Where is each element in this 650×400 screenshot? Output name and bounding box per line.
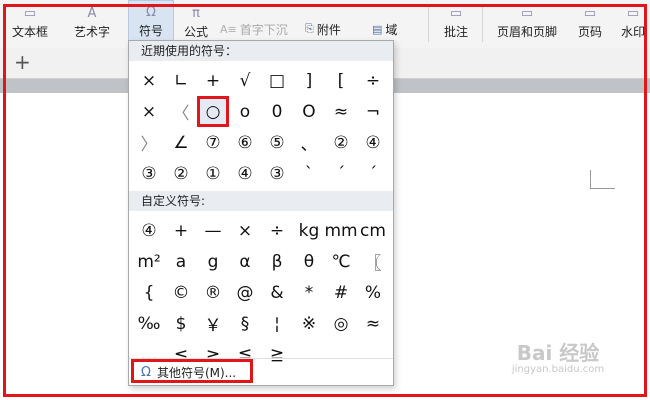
symbol-cell[interactable]: { bbox=[133, 277, 165, 308]
page-margin-corner-mark bbox=[590, 170, 615, 189]
textbox-button[interactable]: ▭ 文本框 bbox=[2, 0, 58, 46]
symbol-cell[interactable]: ◎ bbox=[325, 308, 357, 339]
symbol-cell[interactable]: ÷ bbox=[261, 215, 293, 246]
symbol-cell[interactable]: ∟ bbox=[165, 65, 197, 96]
symbol-cell[interactable]: @ bbox=[229, 277, 261, 308]
symbol-cell[interactable]: g bbox=[197, 246, 229, 277]
symbol-cell[interactable]: ∠ bbox=[165, 127, 197, 158]
symbol-cell[interactable]: √ bbox=[229, 65, 261, 96]
symbol-cell[interactable]: ③ bbox=[133, 158, 165, 189]
symbol-cell[interactable]: ˊ bbox=[325, 158, 357, 189]
symbol-cell[interactable]: ⑤ bbox=[261, 127, 293, 158]
wordart-icon: A bbox=[87, 6, 97, 21]
symbol-cell[interactable]: ® bbox=[197, 277, 229, 308]
watermark-icon: ▭ bbox=[626, 6, 640, 21]
symbol-cell[interactable]: ④ bbox=[133, 215, 165, 246]
field-button[interactable]: ▤ 域 bbox=[372, 20, 397, 38]
symbol-cell[interactable]: ¬ bbox=[357, 96, 389, 127]
symbol-cell[interactable]: 〈 bbox=[165, 96, 197, 127]
symbol-cell[interactable]: ℃ bbox=[325, 246, 357, 277]
toolbar-separator bbox=[482, 6, 483, 42]
formula-icon: π bbox=[192, 6, 200, 21]
symbol-cell[interactable]: * bbox=[293, 277, 325, 308]
attachment-icon: ⎘ bbox=[305, 22, 314, 35]
symbol-cell[interactable]: θ bbox=[293, 246, 325, 277]
symbol-cell[interactable]: § bbox=[229, 308, 261, 339]
symbol-cell[interactable]: ÷ bbox=[357, 65, 389, 96]
field-icon: ▤ bbox=[372, 22, 383, 36]
more-symbols-highlight bbox=[131, 359, 253, 383]
symbol-cell[interactable]: O bbox=[293, 96, 325, 127]
comment-icon: ▭ bbox=[449, 6, 463, 21]
omega-icon: Ω bbox=[146, 5, 156, 20]
symbol-cell[interactable]: 、 bbox=[293, 127, 325, 158]
symbol-cell[interactable]: — bbox=[197, 215, 229, 246]
symbol-cell[interactable]: ⑥ bbox=[229, 127, 261, 158]
symbol-cell[interactable]: kg bbox=[293, 215, 325, 246]
symbol-cell[interactable]: % bbox=[357, 277, 389, 308]
symbol-cell[interactable]: ④ bbox=[357, 127, 389, 158]
symbol-cell[interactable]: α bbox=[229, 246, 261, 277]
symbol-cell[interactable]: 0 bbox=[261, 96, 293, 127]
more-symbols-button[interactable]: Ω 其他符号(M)... bbox=[129, 358, 393, 385]
symbol-cell[interactable]: × bbox=[229, 215, 261, 246]
symbol-cell[interactable]: m² bbox=[133, 246, 165, 277]
symbol-cell[interactable]: & bbox=[261, 277, 293, 308]
symbol-cell[interactable]: © bbox=[165, 277, 197, 308]
symbol-cell[interactable]: ② bbox=[165, 158, 197, 189]
symbol-cell[interactable]: ① bbox=[197, 158, 229, 189]
symbol-cell[interactable]: mm bbox=[324, 215, 357, 246]
symbol-cell[interactable]: ④ bbox=[229, 158, 261, 189]
textbox-icon: ▭ bbox=[23, 6, 37, 21]
symbol-cell[interactable]: × bbox=[133, 96, 165, 127]
symbol-cell[interactable]: a bbox=[165, 246, 197, 277]
symbol-cell[interactable]: ② bbox=[325, 127, 357, 158]
symbol-cell[interactable]: β bbox=[261, 246, 293, 277]
new-tab-plus-icon[interactable]: + bbox=[14, 50, 31, 74]
symbol-cell[interactable]: + bbox=[165, 215, 197, 246]
symbol-cell[interactable]: ￥ bbox=[197, 308, 229, 339]
symbol-cell[interactable]: $ bbox=[165, 308, 197, 339]
custom-symbols-grid: ④ + — × ÷ kg mm cm m² a g α β θ ℃ 〖{© ® @ & * #% ‰ $ ￥ § ¦ ※ ◎ ≈… ≤ ≥ ≦… bbox=[129, 211, 393, 372]
page-number-icon: ▭ bbox=[583, 6, 597, 21]
symbol-cell[interactable]: ˊ bbox=[357, 158, 389, 189]
symbol-cell[interactable]: + bbox=[197, 65, 229, 96]
attachment-button[interactable]: ⎘ 附件 bbox=[305, 20, 341, 38]
symbol-cell[interactable]: # bbox=[325, 277, 357, 308]
symbol-cell[interactable]: [ bbox=[325, 65, 357, 96]
header-footer-button[interactable]: ▭ 页眉和页脚 bbox=[490, 0, 564, 46]
symbol-cell[interactable]: ˋ bbox=[293, 158, 325, 189]
recent-symbols-title: 近期使用的符号： bbox=[129, 41, 393, 61]
symbol-cell[interactable]: ¦ bbox=[261, 308, 293, 339]
header-footer-icon: ▭ bbox=[520, 6, 534, 21]
symbol-cell[interactable]: ] bbox=[293, 65, 325, 96]
recent-symbols-grid: × ∟ + √ □][÷ × 〈 ○ o 0 O ≈ ¬ 〉 ∠ ⑦ ⑥ ⑤、 ② ④ ③ ② ① ④ ③ ˋ ˊ ˊ bbox=[129, 61, 393, 191]
symbol-cell[interactable]: cm bbox=[357, 215, 389, 246]
symbol-cell[interactable]: ○ bbox=[197, 96, 229, 127]
symbol-cell[interactable]: ※ bbox=[293, 308, 325, 339]
comment-button[interactable]: ▭ 批注 bbox=[436, 0, 476, 46]
symbol-cell[interactable]: ≈ bbox=[325, 96, 357, 127]
watermark-button[interactable]: ▭ 水印 bbox=[618, 0, 648, 46]
wordart-button[interactable]: A 艺术字 bbox=[62, 0, 122, 46]
toolbar-separator bbox=[428, 6, 429, 42]
symbol-cell[interactable]: 〉 bbox=[133, 127, 165, 158]
symbol-dropdown: 近期使用的符号： × ∟ + √ □][÷ × 〈 ○ o 0 O ≈ ¬ 〉 ∠ ⑦ ⑥ ⑤、 ② ④ ③ ② ① ④ ③ ˋ ˊ… bbox=[128, 40, 394, 386]
symbol-cell[interactable]: ⑦ bbox=[197, 127, 229, 158]
symbol-cell[interactable]: 〖 bbox=[357, 246, 389, 277]
page-number-button[interactable]: ▭ 页码 bbox=[568, 0, 612, 46]
symbol-cell[interactable]: ③ bbox=[261, 158, 293, 189]
symbol-cell[interactable]: ‰ bbox=[133, 308, 165, 339]
dropcap-icon: A≡ bbox=[220, 22, 237, 36]
symbol-cell[interactable]: × bbox=[133, 65, 165, 96]
symbol-cell[interactable]: o bbox=[229, 96, 261, 127]
symbol-cell[interactable]: □ bbox=[261, 65, 293, 96]
dropcap-button[interactable]: A≡ 首字下沉 bbox=[220, 20, 288, 38]
symbol-cell[interactable]: ≈ bbox=[357, 308, 389, 339]
custom-symbols-title: 自定义符号: bbox=[129, 191, 393, 211]
baidu-jingyan-watermark: Bai 经验 jingyan.baidu.com bbox=[511, 341, 605, 375]
